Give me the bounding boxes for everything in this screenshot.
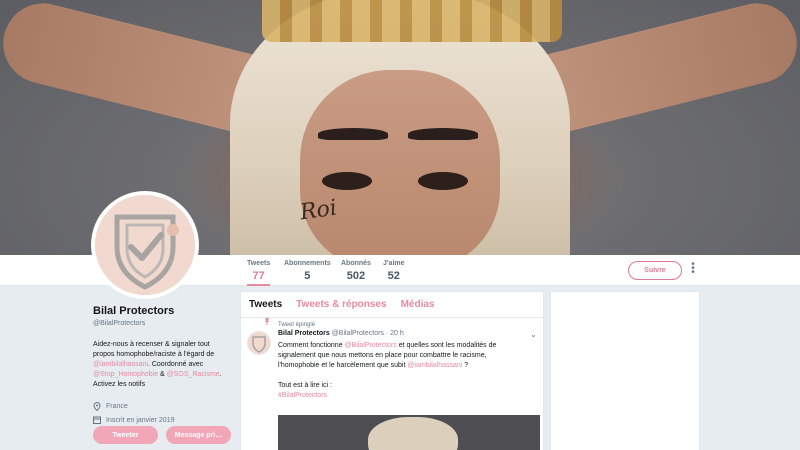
- banner-face: [300, 70, 500, 255]
- banner-cheek-text: Roi: [298, 195, 339, 226]
- timeline-tabs: Tweets Tweets & réponses Médias: [241, 292, 543, 318]
- bio-text: Aidez-nous à recenser & signaler tout: [93, 341, 210, 348]
- tweet-mention[interactable]: @BilalProtectors: [345, 342, 397, 349]
- tweet-text-part: Comment fonctionne: [278, 342, 345, 349]
- banner-eye-right: [418, 172, 468, 190]
- tweet-text-part: signalement que nous mettons en place po…: [278, 352, 487, 359]
- tweet-text-part: ?: [462, 362, 469, 369]
- tab-tweets[interactable]: Tweets: [249, 299, 282, 310]
- media-hair: [368, 417, 458, 450]
- tweet-handle[interactable]: @BilalProtectors: [332, 330, 384, 337]
- joined-text: Inscrit en janvier 2019: [106, 416, 175, 424]
- shield-logo-icon: [95, 195, 195, 295]
- stat-value: 77: [252, 270, 265, 282]
- bio-mention[interactable]: @SOS_Racisme: [167, 371, 220, 378]
- tweet-button[interactable]: Tweeter: [93, 426, 158, 444]
- pinned-label: Tweet épinglé: [278, 322, 316, 328]
- banner-brow-right: [408, 128, 478, 140]
- tweet-text-part: l'homophobie et le harcèlement que subit: [278, 362, 408, 369]
- media-screenshot-bar: [278, 405, 540, 415]
- tweet-author[interactable]: Bilal Protectors: [278, 330, 330, 337]
- bio-text: . Coordonné avec: [147, 361, 204, 368]
- tab-tweets-replies[interactable]: Tweets & réponses: [296, 299, 386, 310]
- stat-tweets[interactable]: Tweets 77: [247, 260, 271, 286]
- tweet-header: Bilal Protectors @BilalProtectors · 20 h: [278, 330, 404, 337]
- follow-button[interactable]: Suivre: [628, 261, 682, 280]
- stat-value: 502: [346, 270, 366, 282]
- tweet-mention[interactable]: @iambilalhassani: [407, 362, 462, 369]
- sidebar-widget: [550, 291, 700, 450]
- tweet-hashtag[interactable]: #BilalProtectors: [278, 392, 327, 399]
- stat-label: J'aime: [383, 260, 405, 267]
- profile-card: Bilal Protectors @BilalProtectors Aidez-…: [93, 305, 238, 424]
- bio-text: propos homophobe/raciste à l'égard de: [93, 351, 215, 358]
- location-text: France: [106, 403, 128, 410]
- profile-name: Bilal Protectors: [93, 305, 175, 317]
- more-options-icon[interactable]: • • •: [690, 260, 696, 278]
- profile-avatar[interactable]: [91, 191, 199, 299]
- stat-following[interactable]: Abonnements 5: [284, 260, 331, 282]
- stat-followers[interactable]: Abonnés 502: [341, 260, 371, 282]
- stat-value: 52: [387, 270, 400, 282]
- profile-location: France: [93, 402, 238, 411]
- pinned-indicator: Tweet épinglé: [264, 318, 316, 328]
- pin-icon: [264, 318, 270, 325]
- stat-label: Abonnements: [284, 260, 331, 267]
- timeline: Tweets Tweets & réponses Médias Tweet ép…: [240, 291, 544, 450]
- tweet-avatar[interactable]: [247, 331, 271, 355]
- tab-media[interactable]: Médias: [401, 299, 435, 310]
- calendar-icon: [93, 416, 101, 424]
- profile-actions: Tweeter Message pri…: [93, 426, 231, 444]
- message-button[interactable]: Message pri…: [166, 426, 231, 444]
- tweet-time[interactable]: · 20 h: [386, 330, 404, 337]
- bio-mention[interactable]: @Stop_Homophobie: [93, 371, 158, 378]
- profile-joined: Inscrit en janvier 2019: [93, 416, 238, 424]
- stat-likes[interactable]: J'aime 52: [383, 260, 405, 282]
- banner-eye-left: [322, 172, 372, 190]
- bio-text: .: [219, 371, 222, 378]
- tweet-text-part: Tout est à lire ici :: [278, 382, 333, 389]
- tweet-text-part: et quelles sont les modalités de: [396, 342, 497, 349]
- banner-brow-left: [318, 128, 388, 140]
- stat-label: Abonnés: [341, 260, 371, 267]
- profile-handle[interactable]: @BilalProtectors: [93, 320, 238, 327]
- profile-bio: Aidez-nous à recenser & signaler tout pr…: [93, 340, 238, 390]
- location-pin-icon: [93, 402, 101, 411]
- tweet-media-image[interactable]: [278, 405, 540, 450]
- stat-value: 5: [304, 270, 311, 282]
- bio-mention[interactable]: @iambilalhassani: [93, 361, 148, 368]
- stat-label: Tweets: [247, 260, 271, 267]
- bio-text: Activez les notifs: [93, 381, 146, 388]
- tweet-text: Comment fonctionne @BilalProtectors et q…: [278, 341, 528, 401]
- banner-crown: [262, 0, 562, 42]
- chevron-down-icon[interactable]: ⌄: [530, 330, 537, 339]
- bio-text: &: [158, 371, 167, 378]
